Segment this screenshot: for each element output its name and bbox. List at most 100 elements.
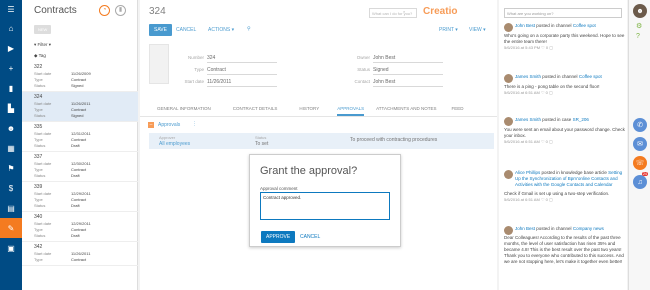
avatar[interactable]	[504, 226, 513, 235]
money-icon[interactable]: $	[0, 178, 22, 198]
record-number: 342	[34, 244, 43, 250]
like-count: 0	[545, 45, 549, 50]
post-timestamp: 5/6/2016 at 6:51 AM	[504, 139, 540, 144]
dashboard-icon[interactable]: ◔	[99, 5, 110, 16]
field-label: Type	[34, 257, 43, 262]
settings-icon[interactable]: ⚙	[636, 22, 642, 30]
home-icon[interactable]: ⌂	[0, 18, 22, 38]
field-value: Draft	[71, 143, 80, 148]
field-value: Contract	[71, 257, 87, 262]
list-item[interactable]: 339 Start date 12/29/2011 Type Contract St…	[22, 182, 138, 212]
post-timestamp: 5/6/2016 at 5:43 PM	[504, 45, 541, 50]
notifications-icon[interactable]: ♫	[633, 175, 647, 189]
avatar[interactable]	[504, 117, 513, 126]
account-icon[interactable]: ▦	[0, 138, 22, 158]
like-icon[interactable]: ♡	[541, 45, 545, 50]
post-target[interactable]: Company news	[573, 226, 604, 231]
like-icon[interactable]: ♡	[541, 139, 545, 144]
main-navigation: ☰ ⌂ ▶ + ▮ ▙ ☻ ▦ ⚑ $ ▤ ✎ ▣	[0, 0, 22, 290]
chart-icon[interactable]: ▮	[0, 78, 22, 98]
post-text: Who's going on a corporate party this we…	[504, 33, 625, 44]
field-value: Draft	[71, 173, 80, 178]
list-item[interactable]: 335 Start date 12/31/2011 Type Contract St…	[22, 122, 138, 152]
field-label: Status	[34, 203, 46, 208]
dialog-cancel-button[interactable]: CANCEL	[300, 234, 320, 240]
tag-label: Tag	[38, 53, 46, 58]
user-avatar[interactable]: ☻	[633, 4, 647, 18]
post-timestamp: 5/6/2016 at 6:51 AM	[504, 197, 540, 202]
field-value: Draft	[71, 233, 80, 238]
like-icon[interactable]: ♡	[541, 197, 545, 202]
post-action: posted in channel	[542, 74, 578, 79]
bag-icon[interactable]: ▣	[0, 238, 22, 258]
list-item[interactable]: 342 Start date 11/26/2011 Type Contract	[22, 242, 138, 266]
post-author[interactable]: James Smith	[515, 117, 541, 122]
page-title: Contracts	[34, 5, 77, 16]
tag-button[interactable]: ◆ Tag	[34, 53, 46, 59]
comment-label: Approval comment	[260, 186, 298, 191]
org-icon[interactable]: ▙	[0, 98, 22, 118]
field-label: Status	[34, 233, 46, 238]
chat-icon[interactable]: ☏	[633, 156, 647, 170]
doc-icon[interactable]: ▤	[0, 198, 22, 218]
play-icon[interactable]: ▶	[0, 38, 22, 58]
email-icon[interactable]: ✉	[633, 137, 647, 151]
plus-icon[interactable]: +	[0, 58, 22, 78]
help-icon[interactable]: ?	[636, 33, 640, 40]
feed-post: Alice Phillips posted in knowledge base …	[504, 170, 626, 203]
flag-icon[interactable]: ⚑	[0, 158, 22, 178]
post-target[interactable]: SR_206	[573, 117, 589, 122]
post-target[interactable]: Coffee spot	[573, 23, 596, 28]
post-author[interactable]: John Best	[515, 226, 535, 231]
feed-post: James Smith posted in case SR_206 You we…	[504, 117, 626, 145]
record-number: 322	[34, 64, 43, 70]
contact-icon[interactable]: ☻	[0, 118, 22, 138]
field-value: Draft	[71, 203, 80, 208]
approve-button[interactable]: APPROVE	[261, 231, 296, 243]
menu-icon[interactable]: ☰	[0, 0, 22, 18]
feed-post-input[interactable]: What are you working on?	[504, 8, 622, 18]
list-item-selected[interactable]: 324 Start date 11/26/2011 Type Contract St…	[22, 92, 138, 122]
comment-textarea[interactable]: Contract approved.	[260, 192, 390, 220]
record-number: 337	[34, 154, 43, 160]
like-icon[interactable]: ♡	[541, 90, 545, 95]
avatar[interactable]	[504, 170, 513, 179]
phone-icon[interactable]: ✆	[633, 118, 647, 132]
comment-icon[interactable]: ▢	[549, 197, 553, 202]
post-author[interactable]: James Smith	[515, 74, 541, 79]
record-list: 322 Start date 11/26/2009 Type Contract St…	[22, 62, 138, 266]
record-number: 340	[34, 214, 43, 220]
post-action: posted in case	[542, 117, 572, 122]
edit-icon[interactable]: ✎	[0, 218, 22, 238]
post-author[interactable]: Alice Phillips	[515, 170, 540, 175]
post-text: Dear Colleagues! According to the result…	[504, 235, 624, 264]
post-text: You were sent an email about your passwo…	[504, 127, 625, 138]
comment-icon[interactable]: ▢	[549, 139, 553, 144]
new-button[interactable]: NEW	[34, 25, 52, 34]
post-author[interactable]: John Best	[515, 23, 535, 28]
field-label: Status	[34, 173, 46, 178]
list-item[interactable]: 322 Start date 11/26/2009 Type Contract St…	[22, 62, 138, 92]
record-number: 324	[34, 94, 43, 100]
post-action: posted in knowledge base article	[541, 170, 607, 175]
record-number: 339	[34, 184, 43, 190]
analytics-icon[interactable]: ▮	[115, 5, 126, 16]
post-target[interactable]: Coffee spot	[579, 74, 602, 79]
communication-panel: ☻ ⚙ ? ✆ ✉ ☏ ♫ 24	[628, 0, 650, 290]
field-label: Status	[34, 143, 46, 148]
list-item[interactable]: 337 Start date 12/30/2011 Type Contract St…	[22, 152, 138, 182]
comment-icon[interactable]: ▢	[549, 45, 553, 50]
avatar[interactable]	[504, 74, 513, 83]
filter-button[interactable]: ▾ Filter ▾	[34, 42, 51, 48]
list-item[interactable]: 340 Start date 12/29/2011 Type Contract St…	[22, 212, 138, 242]
notification-badge: 24	[642, 172, 648, 176]
approval-dialog: Grant the approval? Approval comment Con…	[249, 154, 401, 247]
avatar[interactable]	[504, 23, 513, 32]
comment-icon[interactable]: ▢	[549, 90, 553, 95]
like-count: 0	[545, 90, 548, 95]
filter-label: Filter	[37, 42, 48, 47]
feed-post: James Smith posted in channel Coffee spo…	[504, 74, 626, 96]
post-action: posted in channel	[536, 23, 572, 28]
post-action: posted in channel	[536, 226, 572, 231]
feed-post: John Best posted in channel Coffee spot …	[504, 23, 626, 51]
